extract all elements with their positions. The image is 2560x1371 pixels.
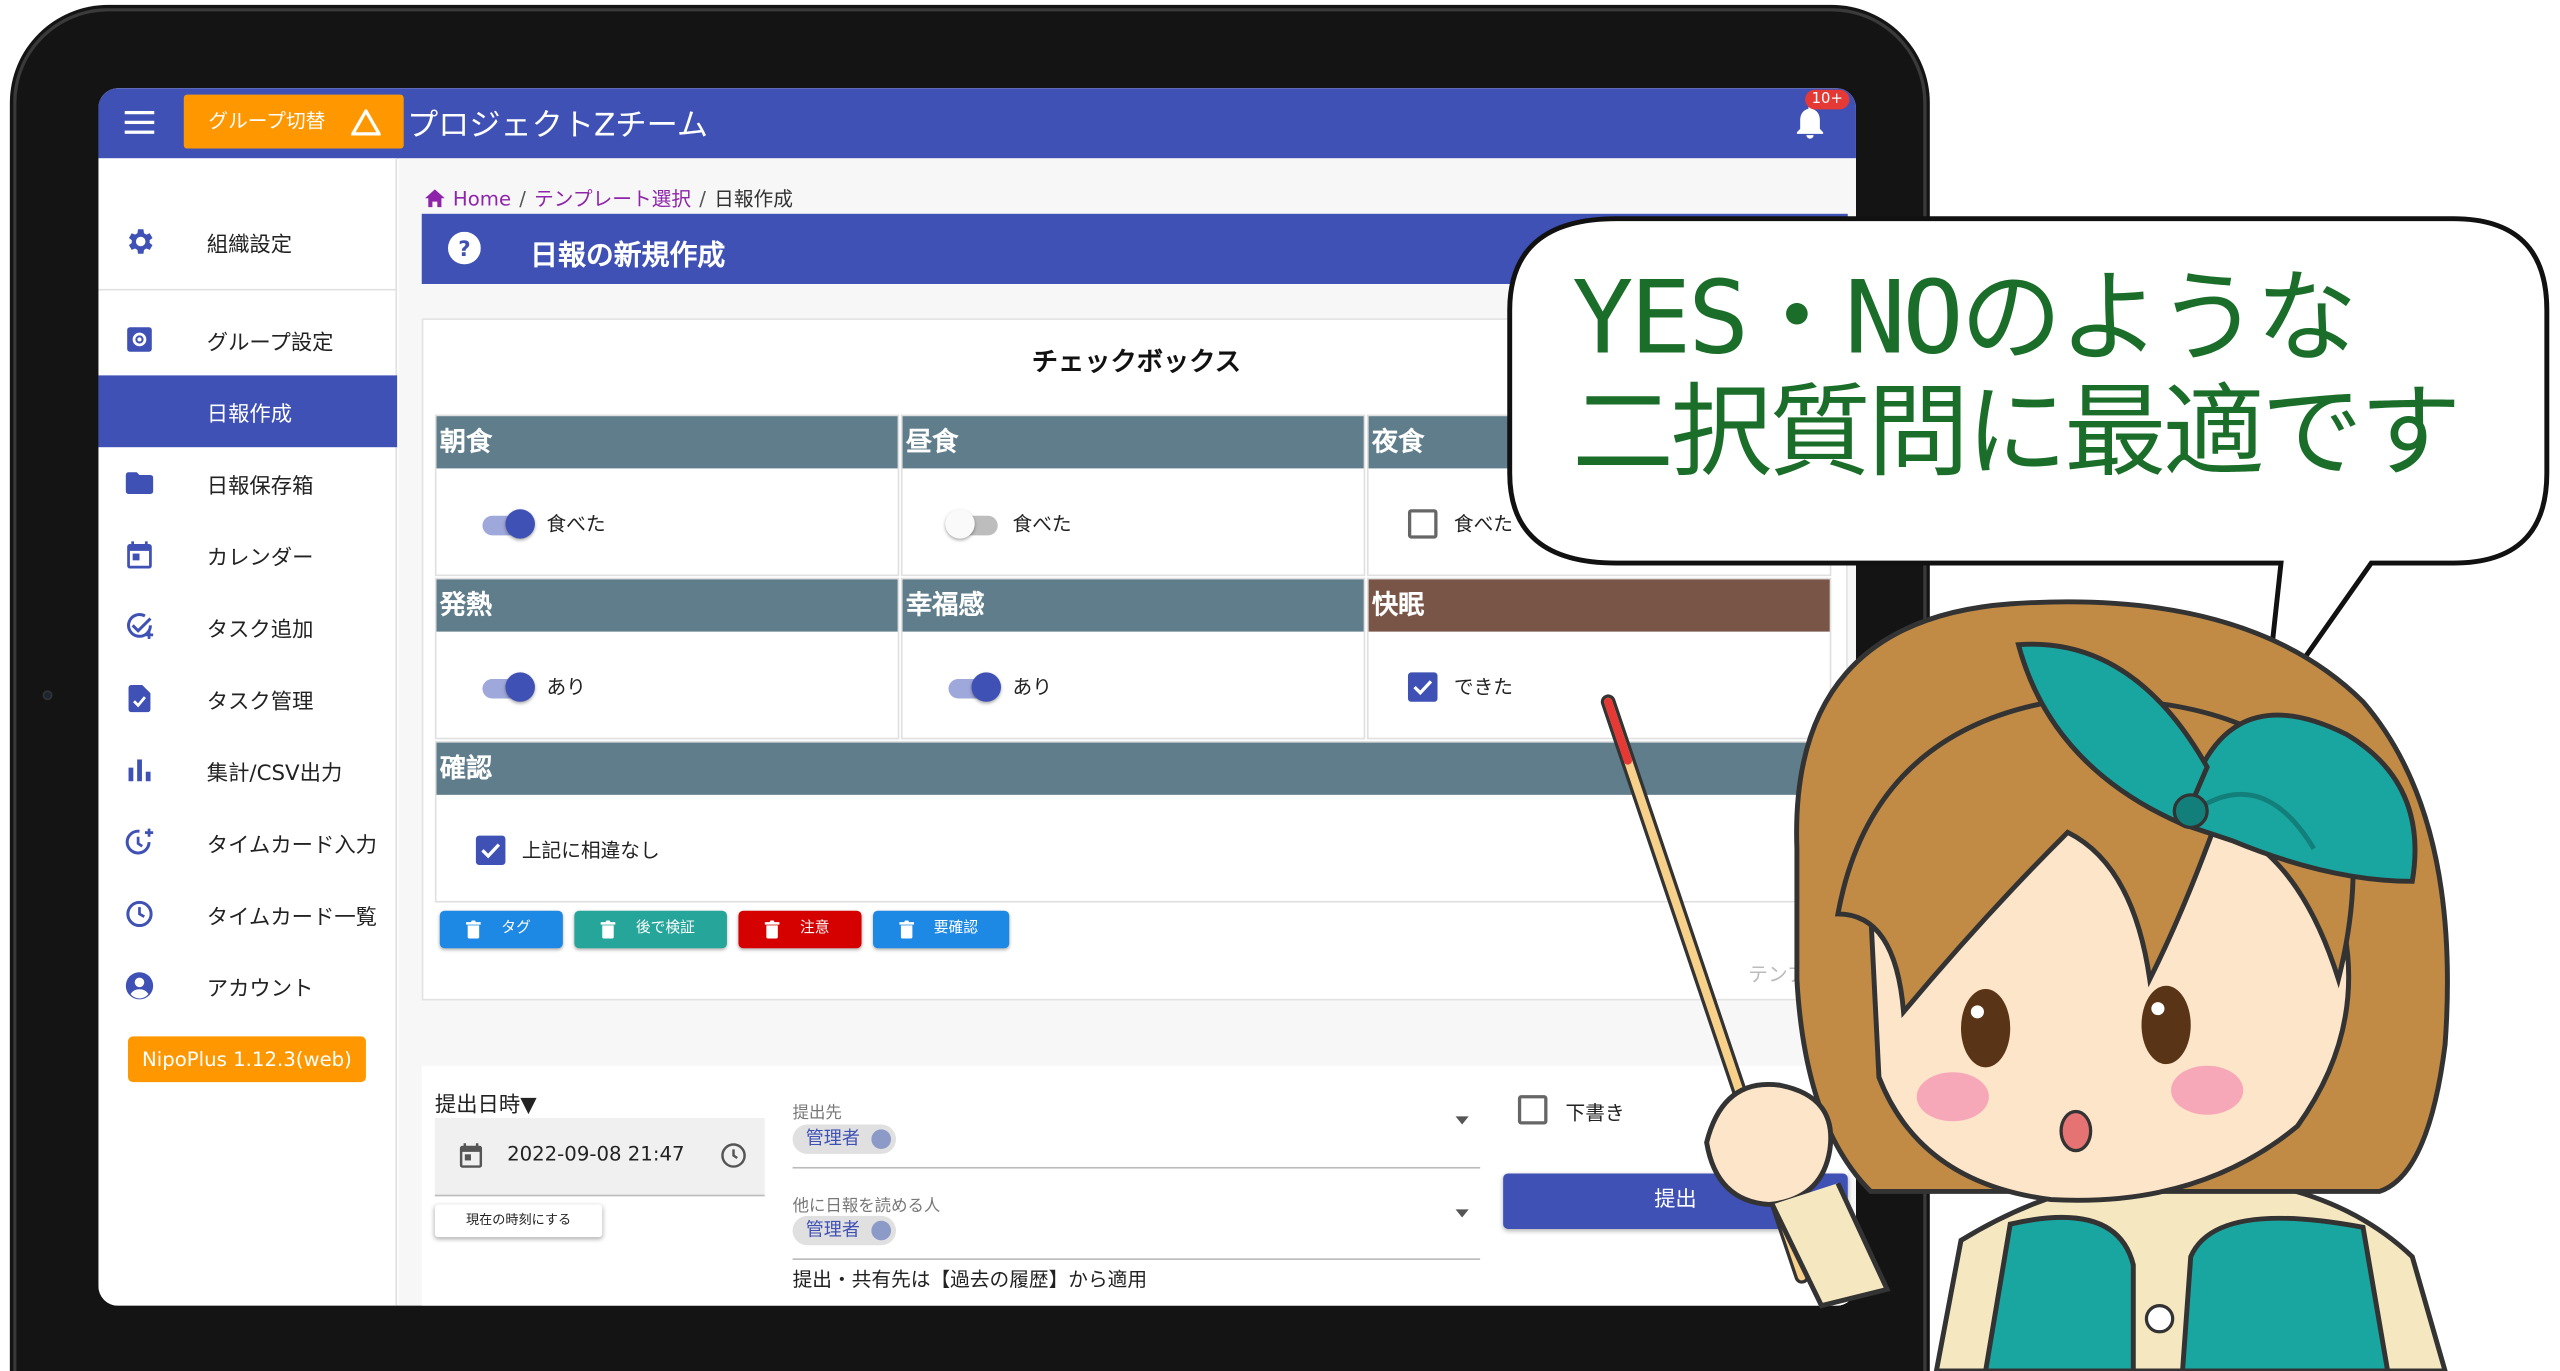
mascot-illustration [1600, 599, 2450, 1371]
stage: グループ切替 プロジェクトZチーム 10+ 組織設定 グループ設定 日報作成 日… [0, 0, 2560, 1371]
